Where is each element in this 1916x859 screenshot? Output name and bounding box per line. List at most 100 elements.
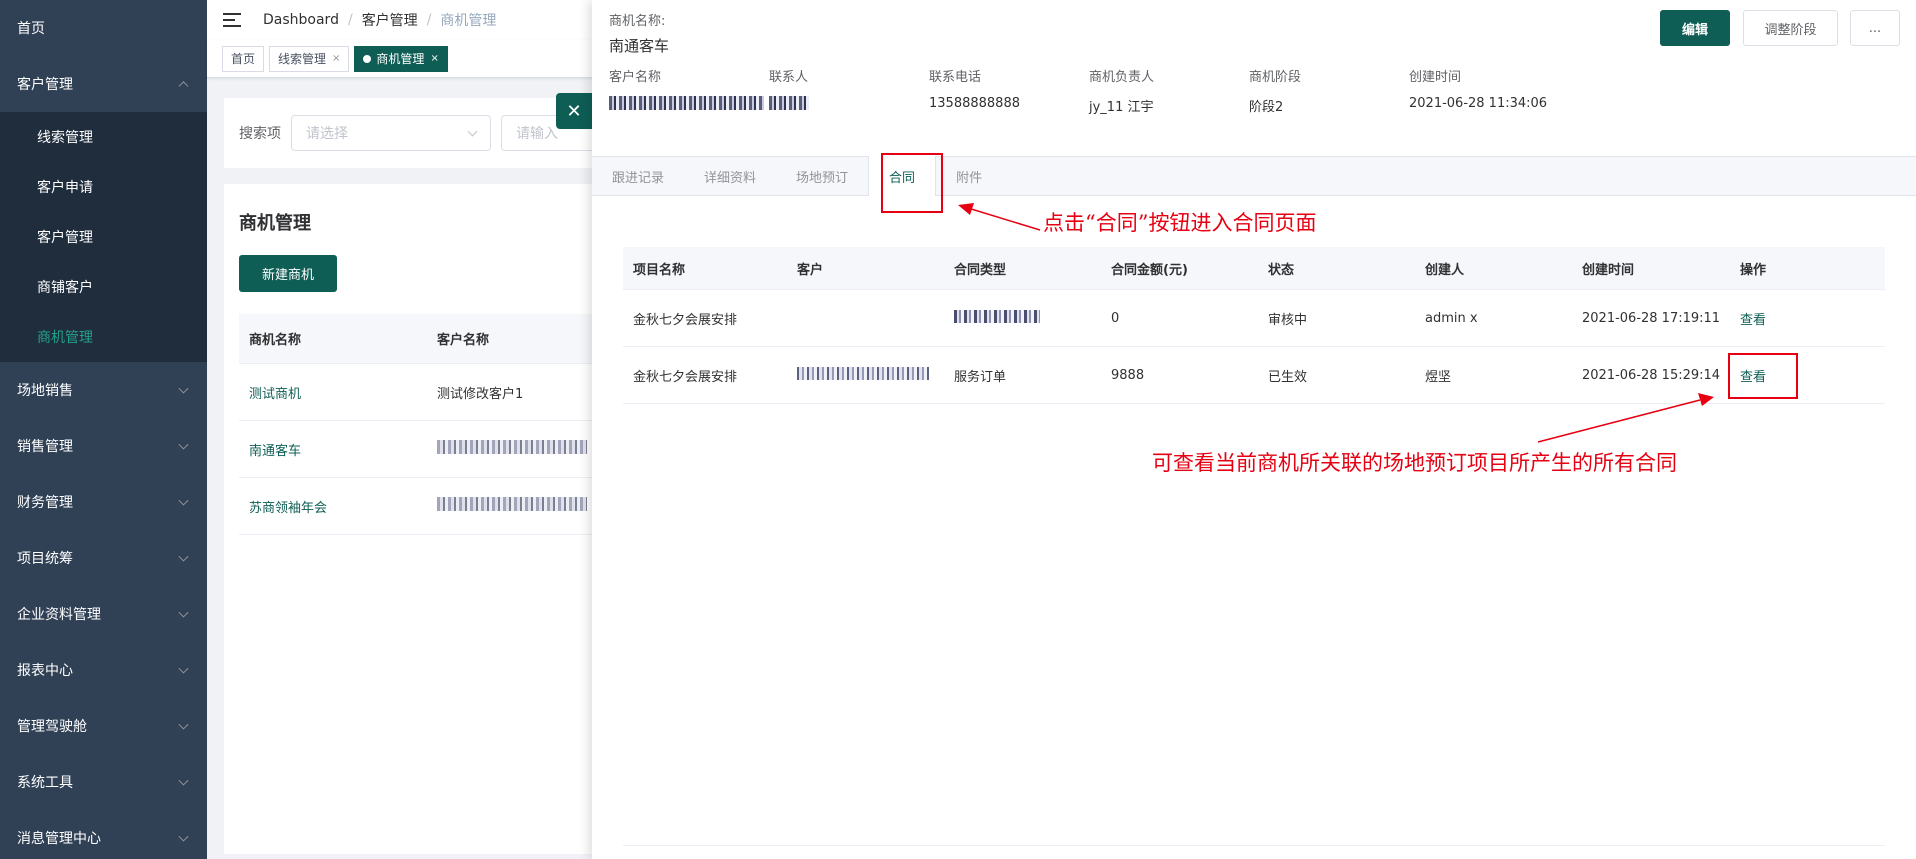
chevron-down-icon <box>178 663 189 674</box>
menu-sales[interactable]: 销售管理 <box>0 418 207 474</box>
menu-customer-management[interactable]: 客户管理 <box>0 56 207 112</box>
table-row: 金秋七夕会展安排 0 审核中 admin x 2021-06-28 17:19:… <box>623 290 1885 347</box>
tag-label: 线索管理 <box>278 52 327 66</box>
close-icon[interactable]: × <box>332 53 340 64</box>
cell-project: 金秋七夕会展安排 <box>633 312 738 328</box>
info-key: 商机负责人 <box>1089 70 1155 85</box>
table-header: 项目名称 客户 合同类型 合同金额(元) 状态 创建人 创建时间 操作 <box>623 247 1885 290</box>
menu-label: 消息管理中心 <box>17 831 101 847</box>
breadcrumb-item[interactable]: Dashboard <box>263 12 339 28</box>
info-value: 阶段2 <box>1249 100 1284 115</box>
menu-venue-sales[interactable]: 场地销售 <box>0 362 207 418</box>
annotation-highlight-contract-tab <box>881 153 943 213</box>
submenu-shop-customers[interactable]: 商铺客户 <box>0 262 207 312</box>
submenu-opportunities[interactable]: 商机管理 <box>0 312 207 362</box>
search-label: 搜索项 <box>239 126 281 142</box>
info-key: 联系电话 <box>929 70 982 85</box>
close-icon: ✕ <box>566 100 582 122</box>
menu-home[interactable]: 首页 <box>0 0 207 56</box>
breadcrumb-current: 商机管理 <box>440 13 497 29</box>
menu-messages[interactable]: 消息管理中心 <box>0 810 207 859</box>
adjust-stage-button[interactable]: 调整阶段 <box>1743 10 1838 46</box>
tag-label: 首页 <box>231 52 256 66</box>
breadcrumb: Dashboard / 客户管理 / 商机管理 <box>263 10 497 30</box>
opportunity-name-link[interactable]: 南通客车 <box>239 440 433 459</box>
info-value: 13588888888 <box>929 96 1020 111</box>
opportunity-info: 客户名称 联系人 联系电话 13588888888 商机负责人 jy_11 江宇… <box>609 66 1609 115</box>
annotation-view-note: 可查看当前商机所关联的场地预订项目所产生的所有合同 <box>1152 451 1677 475</box>
view-contract-link[interactable]: 查看 <box>1740 313 1766 328</box>
chevron-down-icon <box>178 495 189 506</box>
menu-label: 报表中心 <box>17 663 73 679</box>
header-cell: 客户 <box>797 262 824 278</box>
menu-label: 系统工具 <box>17 775 73 791</box>
chevron-down-icon <box>178 607 189 618</box>
info-key: 商机阶段 <box>1249 70 1302 85</box>
tag-opportunity[interactable]: 商机管理 × <box>354 45 448 72</box>
opportunity-name-link[interactable]: 苏商领袖年会 <box>239 497 433 516</box>
opportunity-name-link[interactable]: 测试商机 <box>239 383 433 402</box>
menu-label: 管理驾驶舱 <box>17 719 87 735</box>
menu-label: 项目统筹 <box>17 551 73 567</box>
sidebar: 首页 客户管理 线索管理 客户申请 客户管理 商铺客户 商机管理 场地销售 销售… <box>0 0 207 859</box>
redacted-text <box>797 366 929 380</box>
redacted-text <box>609 96 764 110</box>
info-value-redacted <box>609 96 769 114</box>
customer-submenu: 线索管理 客户申请 客户管理 商铺客户 商机管理 <box>0 112 207 362</box>
annotation-highlight-view-link <box>1728 353 1798 399</box>
cell-type-redacted <box>944 309 1101 327</box>
search-field-select[interactable]: 请选择 <box>291 115 491 151</box>
menu-enterprise-data[interactable]: 企业资料管理 <box>0 586 207 642</box>
tag-home[interactable]: 首页 <box>222 45 265 72</box>
info-created: 创建时间 2021-06-28 11:34:06 <box>1409 66 1609 115</box>
submenu-leads[interactable]: 线索管理 <box>0 112 207 162</box>
page-title: 商机管理 <box>239 213 311 234</box>
header-cell: 操作 <box>1740 262 1767 278</box>
hamburger-icon[interactable] <box>223 13 241 27</box>
opportunity-name-value: 南通客车 <box>609 37 670 55</box>
menu-cockpit[interactable]: 管理驾驶舱 <box>0 698 207 754</box>
tab-details[interactable]: 详细资料 <box>684 156 776 196</box>
new-opportunity-button[interactable]: 新建商机 <box>239 255 337 292</box>
info-value: jy_11 江宇 <box>1089 100 1154 115</box>
chevron-down-icon <box>178 439 189 450</box>
opportunity-detail-drawer: 商机名称: 南通客车 编辑 调整阶段 ... 客户名称 联系人 联系电话 135… <box>592 0 1916 859</box>
table-row: 金秋七夕会展安排 服务订单 9888 已生效 煜坚 2021-06-28 15:… <box>623 347 1885 404</box>
tab-venue-booking[interactable]: 场地预订 <box>776 156 868 196</box>
menu-project-planning[interactable]: 项目统筹 <box>0 530 207 586</box>
more-button[interactable]: ... <box>1850 10 1900 46</box>
edit-button[interactable]: 编辑 <box>1660 10 1730 46</box>
tag-label: 商机管理 <box>376 52 425 66</box>
info-owner: 商机负责人 jy_11 江宇 <box>1089 66 1249 115</box>
chevron-down-icon <box>178 551 189 562</box>
info-value-redacted <box>769 96 929 114</box>
header-cell: 状态 <box>1268 262 1295 278</box>
info-key: 创建时间 <box>1409 70 1462 85</box>
header-cell: 合同金额(元) <box>1111 262 1188 278</box>
chevron-down-icon <box>178 383 189 394</box>
menu-system-tools[interactable]: 系统工具 <box>0 754 207 810</box>
cell-creator: admin x <box>1425 310 1478 326</box>
input-placeholder: 请输入 <box>516 126 558 142</box>
menu-reports[interactable]: 报表中心 <box>0 642 207 698</box>
drawer-close-button[interactable]: ✕ <box>556 93 592 129</box>
chevron-down-icon <box>467 126 478 137</box>
opportunity-name-label: 商机名称: <box>609 14 666 29</box>
redacted-text <box>437 440 587 454</box>
cell-created: 2021-06-28 17:19:11 <box>1582 310 1721 326</box>
breadcrumb-item[interactable]: 客户管理 <box>362 10 418 30</box>
select-placeholder: 请选择 <box>306 126 348 142</box>
menu-finance[interactable]: 财务管理 <box>0 474 207 530</box>
cell-action: 查看 <box>1730 309 1885 328</box>
close-icon[interactable]: × <box>430 53 438 64</box>
header-cell: 商机名称 <box>249 333 302 348</box>
tab-attachments[interactable]: 附件 <box>936 156 1002 196</box>
tab-follow-up[interactable]: 跟进记录 <box>592 156 684 196</box>
info-key: 客户名称 <box>609 70 662 85</box>
submenu-customers[interactable]: 客户管理 <box>0 212 207 262</box>
submenu-customer-application[interactable]: 客户申请 <box>0 162 207 212</box>
tag-leads[interactable]: 线索管理 × <box>269 45 350 72</box>
info-value: 2021-06-28 11:34:06 <box>1409 96 1548 111</box>
chevron-down-icon <box>178 775 189 786</box>
detail-tabs: 跟进记录 详细资料 场地预订 合同 附件 <box>592 156 1916 196</box>
